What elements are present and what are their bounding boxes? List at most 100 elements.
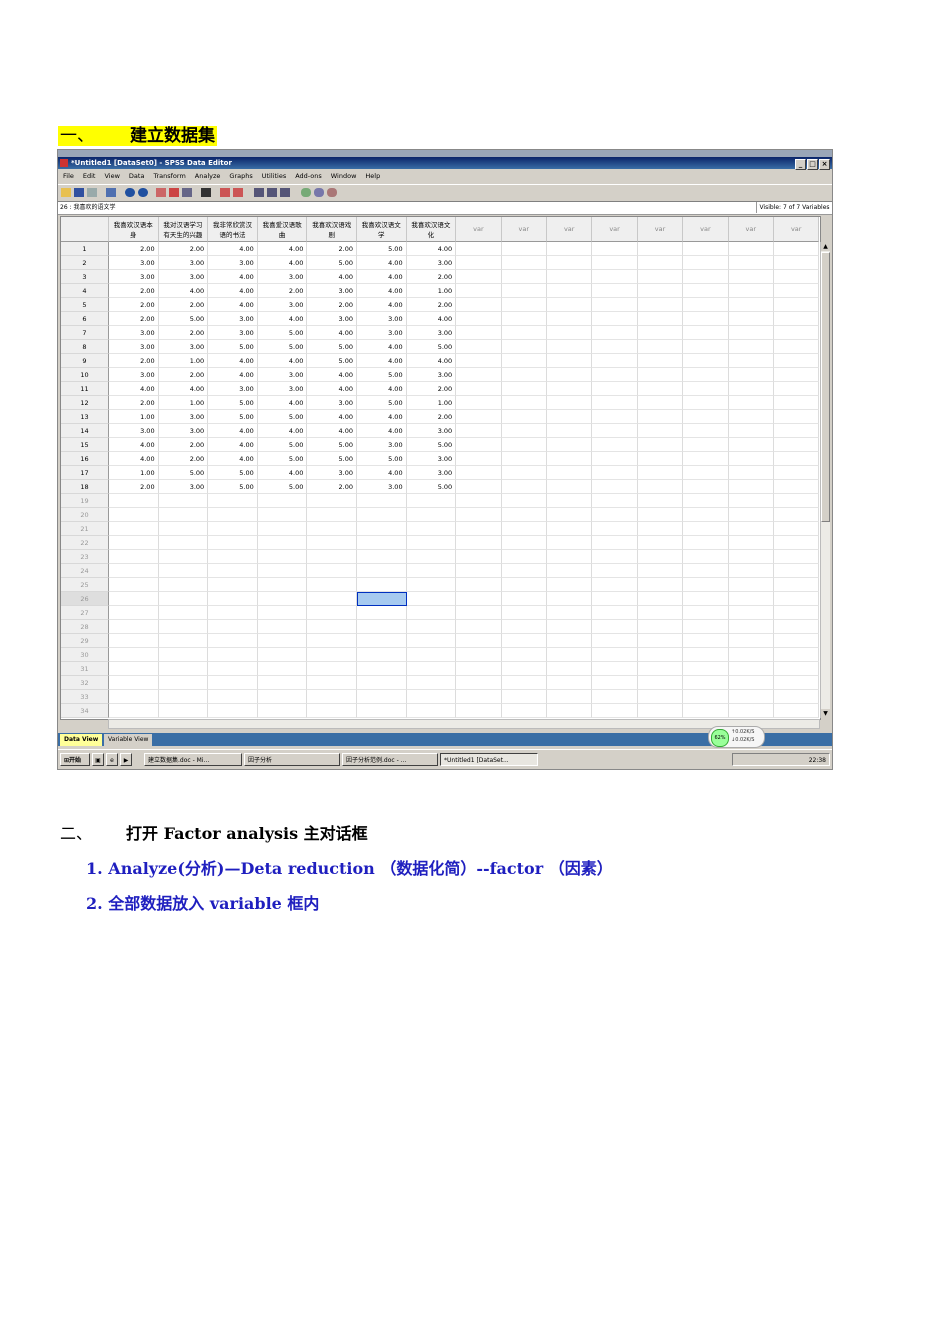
- empty-cell[interactable]: [257, 606, 308, 620]
- empty-cell[interactable]: [547, 480, 593, 494]
- empty-cell[interactable]: [683, 676, 729, 690]
- data-cell[interactable]: 5.00: [257, 410, 308, 424]
- empty-cell[interactable]: [501, 354, 547, 368]
- empty-cell[interactable]: [456, 396, 502, 410]
- data-cell[interactable]: 5.00: [257, 326, 308, 340]
- data-cell[interactable]: 3.00: [257, 298, 308, 312]
- empty-cell[interactable]: [637, 676, 684, 690]
- row-header[interactable]: 6: [61, 312, 109, 326]
- scroll-up-icon[interactable]: ▲: [821, 242, 830, 251]
- empty-cell[interactable]: [208, 578, 258, 592]
- empty-cell[interactable]: [109, 564, 159, 578]
- empty-cell[interactable]: [357, 564, 407, 578]
- data-cell[interactable]: 4.00: [357, 270, 407, 284]
- empty-cell[interactable]: [456, 438, 502, 452]
- insert-cases-icon[interactable]: [220, 188, 230, 197]
- empty-cell[interactable]: [683, 312, 729, 326]
- row-header[interactable]: 26: [61, 592, 109, 606]
- empty-cell[interactable]: [683, 620, 729, 634]
- value-labels-icon[interactable]: [301, 188, 311, 197]
- empty-cell[interactable]: [728, 466, 774, 480]
- empty-cell[interactable]: [547, 256, 593, 270]
- empty-cell[interactable]: [774, 536, 820, 550]
- empty-cell[interactable]: [728, 676, 774, 690]
- empty-cell[interactable]: [592, 256, 638, 270]
- empty-cell[interactable]: [158, 592, 209, 606]
- empty-cell[interactable]: [547, 298, 593, 312]
- empty-cell[interactable]: [637, 648, 684, 662]
- column-header[interactable]: 我喜爱汉语歌曲: [257, 217, 308, 242]
- data-cell[interactable]: 2.00: [109, 396, 159, 410]
- row-header[interactable]: 34: [61, 704, 109, 718]
- data-cell[interactable]: 2.00: [109, 354, 159, 368]
- empty-cell[interactable]: [109, 494, 159, 508]
- window-title-bar[interactable]: *Untitled1 [DataSet0] - SPSS Data Editor…: [58, 157, 832, 170]
- row-header[interactable]: 21: [61, 522, 109, 536]
- row-header[interactable]: 24: [61, 564, 109, 578]
- empty-cell[interactable]: [547, 536, 593, 550]
- data-cell[interactable]: 5.00: [257, 480, 308, 494]
- menu-edit[interactable]: Edit: [83, 172, 96, 180]
- data-cell[interactable]: 4.00: [208, 270, 258, 284]
- empty-cell[interactable]: [728, 256, 774, 270]
- empty-cell[interactable]: [774, 634, 820, 648]
- data-cell[interactable]: 4.00: [406, 242, 457, 256]
- row-header[interactable]: 11: [61, 382, 109, 396]
- empty-cell[interactable]: [774, 690, 820, 704]
- data-cell[interactable]: 3.00: [208, 326, 258, 340]
- data-cell[interactable]: 3.00: [208, 382, 258, 396]
- empty-cell[interactable]: [728, 326, 774, 340]
- data-cell[interactable]: 2.00: [406, 382, 457, 396]
- empty-cell[interactable]: [637, 620, 684, 634]
- empty-cell[interactable]: [307, 550, 357, 564]
- empty-cell[interactable]: [637, 340, 684, 354]
- empty-cell[interactable]: [637, 396, 684, 410]
- empty-cell[interactable]: [547, 704, 593, 718]
- empty-cell[interactable]: [109, 620, 159, 634]
- data-cell[interactable]: 3.00: [109, 368, 159, 382]
- data-cell[interactable]: 5.00: [357, 452, 407, 466]
- data-cell[interactable]: 4.00: [109, 438, 159, 452]
- data-cell[interactable]: 3.00: [208, 312, 258, 326]
- data-cell[interactable]: 4.00: [257, 256, 308, 270]
- data-cell[interactable]: 2.00: [158, 326, 209, 340]
- empty-cell[interactable]: [406, 648, 457, 662]
- empty-cell[interactable]: [637, 662, 684, 676]
- empty-cell[interactable]: [774, 662, 820, 676]
- data-cell[interactable]: 2.00: [406, 298, 457, 312]
- empty-cell[interactable]: [637, 382, 684, 396]
- data-cell[interactable]: 1.00: [406, 284, 457, 298]
- empty-cell[interactable]: [547, 676, 593, 690]
- empty-cell[interactable]: [109, 662, 159, 676]
- empty-variable-header[interactable]: var: [456, 217, 502, 242]
- empty-cell[interactable]: [592, 522, 638, 536]
- data-cell[interactable]: 3.00: [109, 256, 159, 270]
- empty-cell[interactable]: [683, 606, 729, 620]
- empty-cell[interactable]: [456, 522, 502, 536]
- data-cell[interactable]: 5.00: [406, 480, 457, 494]
- empty-cell[interactable]: [683, 494, 729, 508]
- empty-cell[interactable]: [683, 564, 729, 578]
- empty-cell[interactable]: [406, 494, 457, 508]
- empty-cell[interactable]: [456, 662, 502, 676]
- empty-cell[interactable]: [547, 340, 593, 354]
- empty-cell[interactable]: [547, 312, 593, 326]
- empty-cell[interactable]: [208, 634, 258, 648]
- empty-cell[interactable]: [456, 480, 502, 494]
- empty-cell[interactable]: [637, 550, 684, 564]
- empty-cell[interactable]: [547, 284, 593, 298]
- grid-corner[interactable]: [61, 217, 109, 242]
- data-cell[interactable]: 4.00: [307, 326, 357, 340]
- empty-cell[interactable]: [637, 536, 684, 550]
- data-cell[interactable]: 2.00: [109, 298, 159, 312]
- empty-cell[interactable]: [257, 494, 308, 508]
- data-cell[interactable]: 4.00: [406, 312, 457, 326]
- data-cell[interactable]: 5.00: [307, 438, 357, 452]
- row-header[interactable]: 7: [61, 326, 109, 340]
- empty-cell[interactable]: [774, 564, 820, 578]
- empty-cell[interactable]: [683, 578, 729, 592]
- row-header[interactable]: 8: [61, 340, 109, 354]
- empty-cell[interactable]: [683, 522, 729, 536]
- data-cell[interactable]: 3.00: [109, 326, 159, 340]
- data-cell[interactable]: 3.00: [406, 368, 457, 382]
